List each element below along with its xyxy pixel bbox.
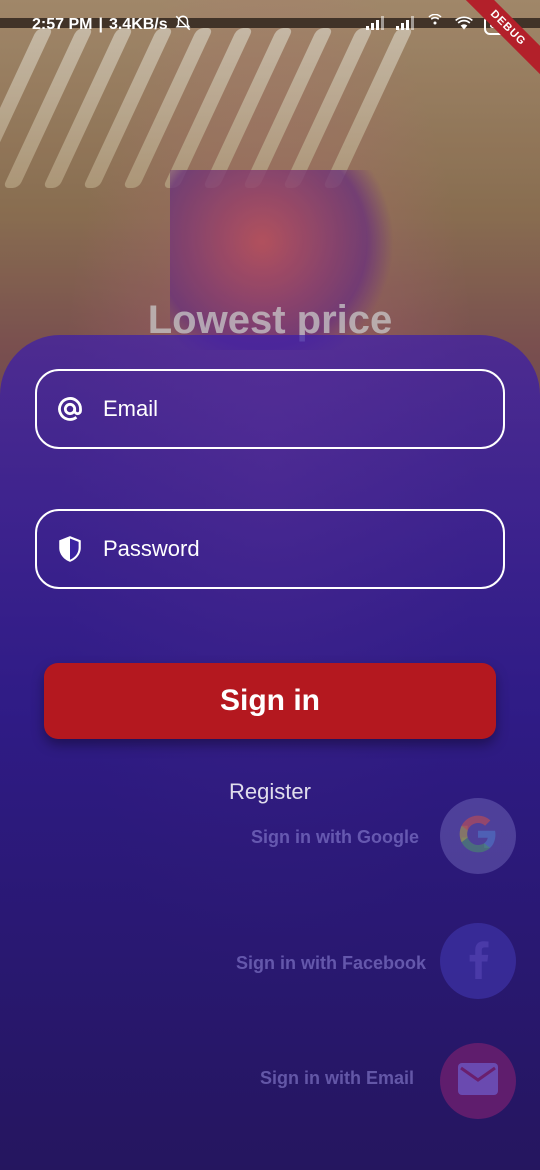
shield-icon [55, 534, 85, 564]
register-link[interactable]: Register [0, 779, 540, 805]
at-icon [55, 394, 85, 424]
google-signin-label: Sign in with Google [251, 827, 419, 847]
status-network-speed: 3.4KB/s [108, 16, 168, 33]
sign-in-button[interactable]: Sign in [44, 663, 496, 739]
bell-off-icon [174, 14, 192, 37]
signal-icon [395, 15, 416, 35]
signal-icon [365, 15, 386, 35]
email-signin-label: Sign in with Email [260, 1068, 415, 1088]
email-signin-button[interactable] [440, 1043, 516, 1119]
google-icon [456, 812, 500, 861]
email-field-label: Email [103, 396, 159, 421]
status-divider: | [98, 16, 103, 33]
status-bar: 2:57 PM | 3.4KB/s 82 [0, 0, 540, 50]
email-field[interactable]: Email [35, 369, 505, 449]
login-panel [0, 335, 540, 1170]
hotspot-icon [426, 13, 444, 37]
mail-icon [458, 1062, 498, 1100]
facebook-signin-button[interactable] [440, 923, 516, 999]
wifi-icon [454, 15, 474, 36]
password-field-label: Password [103, 536, 200, 561]
facebook-signin-label: Sign in with Facebook [236, 953, 427, 973]
facebook-icon [463, 939, 493, 984]
google-signin-button[interactable] [440, 798, 516, 874]
password-field[interactable]: Password [35, 509, 505, 589]
status-time: 2:57 PM [32, 16, 93, 33]
status-left: 2:57 PM | 3.4KB/s [32, 14, 192, 37]
